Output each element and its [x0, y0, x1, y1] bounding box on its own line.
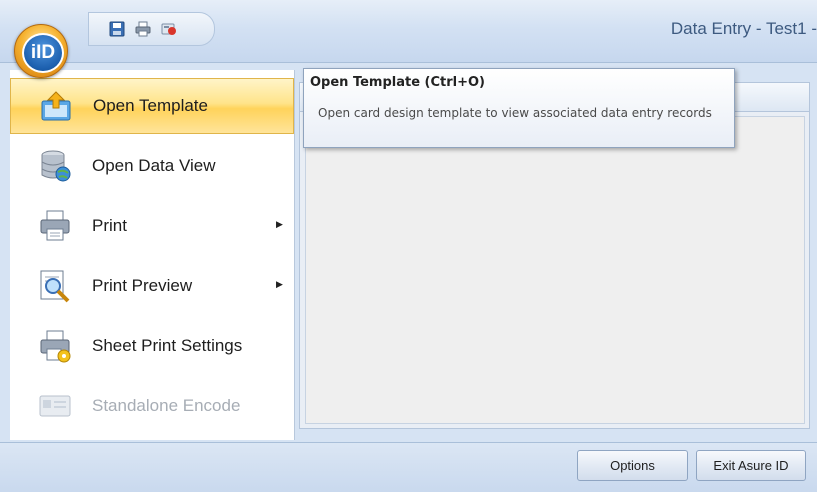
print-icon[interactable]: [135, 21, 151, 37]
menu-item-standalone-encode[interactable]: Standalone Encode: [10, 378, 294, 434]
tooltip: Open Template (Ctrl+O) Open card design …: [303, 68, 735, 148]
application-menu: Open Template Open Data View Print ▶ Pri…: [10, 70, 295, 440]
submenu-arrow-icon: ▶: [276, 220, 283, 230]
print-preview-icon: [40, 270, 70, 303]
menu-item-sheet-print-settings[interactable]: Sheet Print Settings: [10, 318, 294, 374]
app-logo: iID: [22, 33, 64, 73]
menu-item-open-template[interactable]: Open Template: [10, 78, 294, 134]
recent-documents-list: [305, 116, 805, 424]
menu-item-label: Print: [92, 216, 127, 235]
options-button[interactable]: Options: [577, 450, 688, 481]
print-settings-icon: [40, 330, 71, 363]
window-title: Data Entry - Test1 -: [670, 19, 817, 38]
menu-item-label: Sheet Print Settings: [92, 336, 243, 355]
menu-item-print[interactable]: Print ▶: [10, 198, 294, 254]
save-icon[interactable]: [109, 21, 125, 37]
menu-item-label: Print Preview: [92, 276, 193, 295]
menu-item-label: Open Template: [93, 96, 208, 115]
menu-item-open-data-view[interactable]: Open Data View: [10, 138, 294, 194]
title-bar: Data Entry - Test1 -: [0, 0, 817, 63]
submenu-arrow-icon: ▶: [276, 280, 283, 290]
open-template-icon: [41, 91, 71, 121]
exit-button[interactable]: Exit Asure ID: [696, 450, 806, 481]
application-button[interactable]: iID: [14, 24, 68, 78]
database-icon: [41, 150, 71, 182]
tooltip-body: Open card design template to view associ…: [318, 106, 712, 120]
tooltip-title: Open Template (Ctrl+O): [310, 75, 485, 90]
menu-item-print-preview[interactable]: Print Preview ▶: [10, 258, 294, 314]
printer-icon: [40, 210, 70, 241]
menu-item-label: Standalone Encode: [92, 396, 241, 415]
encode-icon[interactable]: [161, 21, 177, 37]
encode-card-icon: [39, 395, 71, 417]
menu-item-label: Open Data View: [92, 156, 216, 175]
menu-footer: Options Exit Asure ID: [0, 442, 817, 492]
quick-access-toolbar: [88, 12, 215, 46]
